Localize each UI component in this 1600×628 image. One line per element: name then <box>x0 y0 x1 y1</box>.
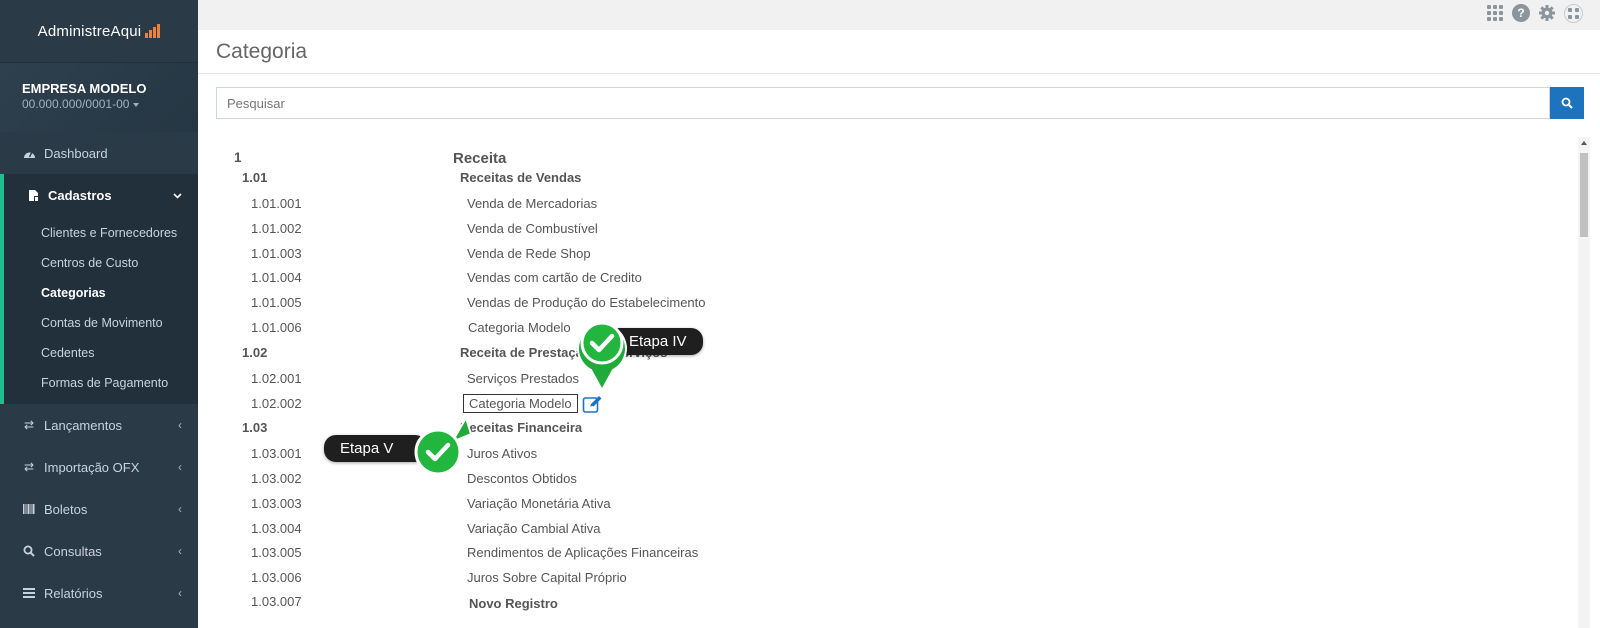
nav-relatorios[interactable]: Relatórios ‹ <box>0 572 198 614</box>
dashboard-icon <box>22 148 36 159</box>
brand-logo[interactable]: AdministreAqui <box>0 0 198 62</box>
nav-consultas[interactable]: Consultas ‹ <box>0 530 198 572</box>
tree-code: 1.03.003 <box>251 496 302 511</box>
tree-code: 1.03.006 <box>251 570 302 585</box>
chevron-left-icon: ‹ <box>178 418 182 432</box>
sub-item-cedentes[interactable]: Cedentes <box>4 338 198 368</box>
tree-code: 1.02.001 <box>251 371 302 386</box>
brand-bars-icon <box>145 24 161 38</box>
tree-label: Receita <box>453 150 507 167</box>
scroll-up-arrow-icon[interactable] <box>1581 141 1587 145</box>
search-bar <box>216 87 1584 119</box>
search-icon <box>22 545 36 557</box>
sub-item-clientes[interactable]: Clientes e Fornecedores <box>4 218 198 248</box>
apps-grid-icon[interactable] <box>1486 4 1504 22</box>
chevron-left-icon: ‹ <box>178 502 182 516</box>
cadastros-submenu: Clientes e Fornecedores Centros de Custo… <box>0 216 198 404</box>
tree-label: Juros Sobre Capital Próprio <box>467 570 627 585</box>
tree-label: Variação Monetária Ativa <box>467 496 611 511</box>
tree-code: 1.03.001 <box>251 446 302 461</box>
tree-code: 1.02 <box>242 345 268 360</box>
sub-item-formas[interactable]: Formas de Pagamento <box>4 368 198 398</box>
brand-name: AdministreAqui <box>37 22 142 40</box>
tree-code: 1.03.005 <box>251 545 302 560</box>
question-icon[interactable]: ? <box>1512 4 1530 22</box>
tree-code: 1.01.005 <box>251 295 302 310</box>
sub-item-centros[interactable]: Centros de Custo <box>4 248 198 278</box>
tree-label: Venda de Rede Shop <box>467 246 591 261</box>
tree-code: 1.01.006 <box>251 320 302 335</box>
tree-label: Vendas com cartão de Credito <box>467 270 642 285</box>
chevron-left-icon: ‹ <box>178 544 182 558</box>
new-record-label[interactable]: Novo Registro <box>469 596 558 611</box>
tree-code: 1.03.002 <box>251 471 302 486</box>
gear-icon[interactable] <box>1538 4 1556 22</box>
company-name: EMPRESA MODELO <box>22 81 147 96</box>
search-button[interactable] <box>1550 87 1584 119</box>
tree-label: Variação Cambial Ativa <box>467 521 601 536</box>
tree-code: 1.01.001 <box>251 196 302 211</box>
topbar: ? <box>198 0 1600 30</box>
search-input[interactable] <box>216 87 1550 119</box>
tree-label-highlighted[interactable]: Categoria Modelo <box>463 394 578 413</box>
tree-code: 1.01.004 <box>251 270 302 285</box>
chevron-left-icon: ‹ <box>178 460 182 474</box>
tree-code: 1.03 <box>242 420 268 435</box>
tree-code: 1.01 <box>242 170 268 185</box>
chevron-left-icon: ‹ <box>178 586 182 600</box>
tree-code: 1 <box>234 150 242 165</box>
main-nav: Dashboard Cadastros Clientes e Fornecedo… <box>0 132 198 614</box>
tour-step-4[interactable]: Etapa IV <box>575 320 715 392</box>
nav-lancamentos[interactable]: ⇄ Lançamentos ‹ <box>0 404 198 446</box>
tree-row[interactable]: 1.02.002 Categoria Modelo <box>216 394 636 418</box>
tree-code: 1.03.004 <box>251 521 302 536</box>
tree-label: Receitas de Vendas <box>460 170 582 185</box>
tree-label: Venda de Mercadorias <box>467 196 598 211</box>
page-title: Categoria <box>198 30 1600 74</box>
tree-code: 1.02.002 <box>251 396 302 411</box>
nav-cadastros-label: Cadastros <box>48 187 112 203</box>
search-icon <box>1561 97 1573 109</box>
sub-item-contas[interactable]: Contas de Movimento <box>4 308 198 338</box>
tree-label: Venda de Combustível <box>467 221 598 236</box>
sub-item-categorias[interactable]: Categorias <box>4 278 198 308</box>
tree-label: Rendimentos de Aplicações Financeiras <box>467 545 699 560</box>
nav-importacao-label: Importação OFX <box>44 459 140 475</box>
file-icon <box>26 189 40 202</box>
exchange-icon: ⇄ <box>23 460 35 474</box>
check-marker-icon <box>414 418 473 476</box>
check-marker-icon <box>577 321 627 392</box>
modules-icon[interactable] <box>1563 3 1583 23</box>
nav-importacao[interactable]: ⇄ Importação OFX ‹ <box>0 446 198 488</box>
nav-cadastros[interactable]: Cadastros <box>0 174 198 216</box>
nav-consultas-label: Consultas <box>44 543 102 559</box>
tour-step-5[interactable]: Etapa V <box>320 418 490 484</box>
nav-dashboard-label: Dashboard <box>44 145 108 161</box>
company-cnpj: 00.000.000/0001-00 <box>22 97 130 111</box>
edit-icon[interactable] <box>582 394 604 417</box>
chevron-down-icon <box>173 188 182 202</box>
sidebar: AdministreAqui EMPRESA MODELO 00.000.000… <box>0 0 198 628</box>
scroll-thumb[interactable] <box>1580 153 1588 237</box>
exchange-icon: ⇄ <box>23 418 35 432</box>
nav-lancamentos-label: Lançamentos <box>44 417 123 433</box>
caret-down-icon <box>133 102 140 107</box>
nav-boletos[interactable]: Boletos ‹ <box>0 488 198 530</box>
nav-boletos-label: Boletos <box>44 501 88 517</box>
nav-dashboard[interactable]: Dashboard <box>0 132 198 174</box>
tree-code: 1.03.007 <box>251 594 302 609</box>
tree-label: Serviços Prestados <box>467 371 579 386</box>
barcode-icon <box>22 504 36 514</box>
tree-code: 1.01.002 <box>251 221 302 236</box>
company-selector[interactable]: EMPRESA MODELO 00.000.000/0001-00 <box>0 62 198 132</box>
vertical-scrollbar[interactable] <box>1578 137 1590 628</box>
tree-label: Vendas de Produção do Estabelecimento <box>467 295 706 310</box>
nav-relatorios-label: Relatórios <box>44 585 103 601</box>
main-content: Categoria 1 Receita 1.01 Receitas de Venda… <box>198 30 1600 628</box>
list-icon <box>22 588 36 598</box>
tree-code: 1.01.003 <box>251 246 302 261</box>
tree-label: Categoria Modelo <box>468 320 571 335</box>
